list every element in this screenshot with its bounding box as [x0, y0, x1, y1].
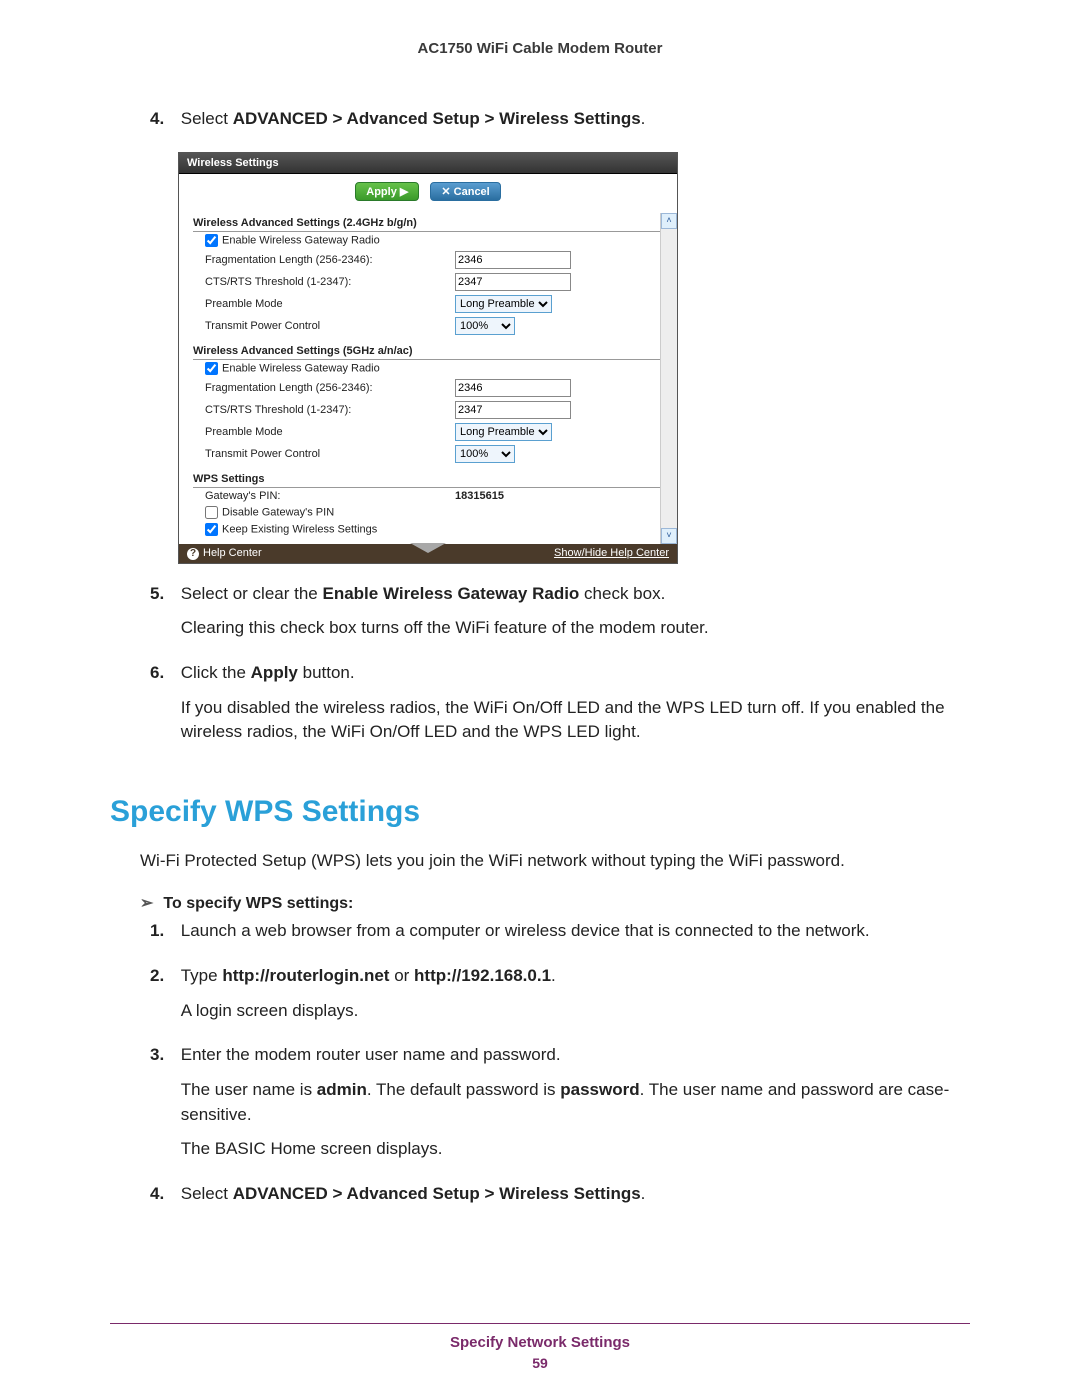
step-number: 6. [150, 661, 176, 686]
footer-section-title: Specify Network Settings [110, 1334, 970, 1351]
step6-suffix: button. [298, 663, 355, 682]
wps-step4-suffix: . [641, 1184, 646, 1203]
step-number: 2. [150, 964, 176, 989]
cts-24-label: CTS/RTS Threshold (1-2347): [193, 276, 455, 288]
disable-pin-label: Disable Gateway's PIN [222, 506, 334, 518]
step5-bold: Enable Wireless Gateway Radio [322, 584, 579, 603]
wps-step3-text: Enter the modem router user name and pas… [181, 1043, 961, 1068]
txpower-5-select[interactable]: 100% [455, 445, 515, 463]
wps-step3-p3: The BASIC Home screen displays. [181, 1137, 961, 1162]
txpower-5-label: Transmit Power Control [193, 448, 455, 460]
step6-bold: Apply [251, 663, 298, 682]
wps-step2-mid: or [389, 966, 414, 985]
wps-step4-path: ADVANCED > Advanced Setup > Wireless Set… [233, 1184, 641, 1203]
enable-radio-5-label: Enable Wireless Gateway Radio [222, 362, 380, 374]
txpower-24-select[interactable]: 100% [455, 317, 515, 335]
document-product-title: AC1750 WiFi Cable Modem Router [110, 40, 970, 57]
help-icon: ? [187, 548, 199, 560]
frag-24-label: Fragmentation Length (256-2346): [193, 254, 455, 266]
panel-title: Wireless Settings [179, 153, 677, 174]
enable-radio-24-checkbox[interactable] [205, 234, 218, 247]
keep-settings-checkbox[interactable] [205, 523, 218, 536]
enable-radio-5-checkbox[interactable] [205, 362, 218, 375]
wps-step2-suffix: . [551, 966, 556, 985]
wps-step1-text: Launch a web browser from a computer or … [181, 919, 961, 944]
preamble-5-select[interactable]: Long Preamble [455, 423, 552, 441]
frag-5-label: Fragmentation Length (256-2346): [193, 382, 455, 394]
preamble-24-label: Preamble Mode [193, 298, 455, 310]
cts-5-input[interactable] [455, 401, 571, 419]
procedure-arrow-icon: ➢ [140, 895, 153, 912]
step6-detail: If you disabled the wireless radios, the… [181, 696, 961, 745]
cts-24-input[interactable] [455, 273, 571, 291]
step6-prefix: Click the [181, 663, 251, 682]
frag-5-input[interactable] [455, 379, 571, 397]
txpower-24-label: Transmit Power Control [193, 320, 455, 332]
wps-step2-url1: http://routerlogin.net [222, 966, 389, 985]
wps-step3-admin: admin [317, 1080, 367, 1099]
wps-step4-prefix: Select [181, 1184, 233, 1203]
step-number: 4. [150, 107, 176, 132]
step4-suffix: . [641, 109, 646, 128]
show-hide-help-link[interactable]: Show/Hide Help Center [554, 547, 669, 559]
expand-tab-icon[interactable] [410, 543, 446, 553]
section-24ghz-title: Wireless Advanced Settings (2.4GHz b/g/n… [193, 213, 663, 232]
scrollbar[interactable]: ˄ ˅ [660, 213, 677, 544]
procedure-title: To specify WPS settings: [163, 895, 353, 912]
wps-settings-title: WPS Settings [193, 469, 663, 488]
scroll-down-icon[interactable]: ˅ [661, 528, 677, 544]
enable-radio-24-label: Enable Wireless Gateway Radio [222, 234, 380, 246]
wps-step2-prefix: Type [181, 966, 223, 985]
gateway-pin-value: 18315615 [455, 490, 504, 502]
preamble-24-select[interactable]: Long Preamble [455, 295, 552, 313]
cts-5-label: CTS/RTS Threshold (1-2347): [193, 404, 455, 416]
wps-intro-text: Wi-Fi Protected Setup (WPS) lets you joi… [140, 849, 970, 874]
section-heading-wps: Specify WPS Settings [110, 795, 970, 829]
router-wireless-settings-panel: Wireless Settings Apply ▶ ✕ Cancel ˄ ˅ W… [178, 152, 678, 564]
gateway-pin-label: Gateway's PIN: [193, 490, 455, 502]
wps-step3-p2c: . The default password is [367, 1080, 560, 1099]
footer-page-number: 59 [110, 1355, 970, 1371]
step5-prefix: Select or clear the [181, 584, 323, 603]
step-number: 4. [150, 1182, 176, 1207]
step5-detail: Clearing this check box turns off the Wi… [181, 616, 961, 641]
step4-nav-path: ADVANCED > Advanced Setup > Wireless Set… [233, 109, 641, 128]
apply-button[interactable]: Apply ▶ [355, 182, 419, 201]
step4-prefix: Select [181, 109, 233, 128]
wps-step3-password: password [560, 1080, 639, 1099]
scroll-up-icon[interactable]: ˄ [661, 213, 677, 229]
help-center-label: Help Center [203, 547, 262, 559]
preamble-5-label: Preamble Mode [193, 426, 455, 438]
step5-suffix: check box. [579, 584, 665, 603]
section-5ghz-title: Wireless Advanced Settings (5GHz a/n/ac) [193, 341, 663, 360]
step-number: 5. [150, 582, 176, 607]
cancel-button[interactable]: ✕ Cancel [430, 182, 500, 201]
wps-step2-detail: A login screen displays. [181, 999, 961, 1024]
wps-step2-url2: http://192.168.0.1 [414, 966, 551, 985]
keep-settings-label: Keep Existing Wireless Settings [222, 523, 377, 535]
step-number: 3. [150, 1043, 176, 1068]
wps-step3-p2a: The user name is [181, 1080, 317, 1099]
step-number: 1. [150, 919, 176, 944]
disable-pin-checkbox[interactable] [205, 506, 218, 519]
frag-24-input[interactable] [455, 251, 571, 269]
